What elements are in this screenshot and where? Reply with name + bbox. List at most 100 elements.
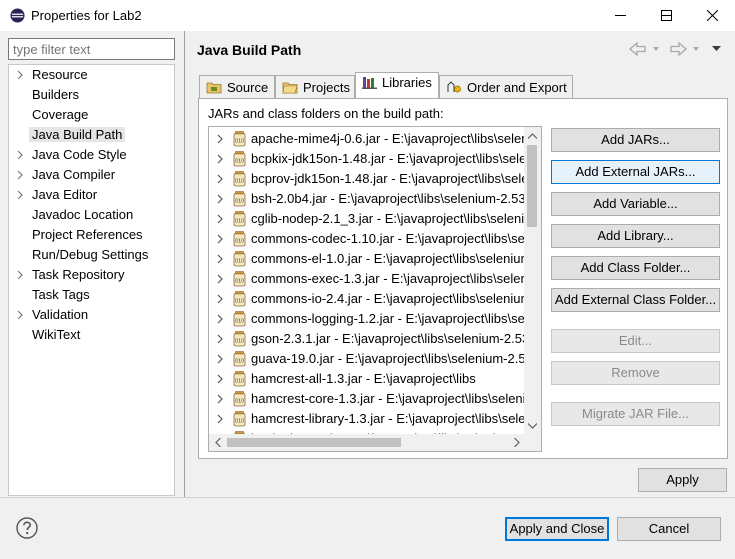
add-variable-button[interactable]: Add Variable... [551, 192, 720, 216]
nav-item-label: WikiText [32, 327, 81, 342]
help-icon[interactable] [16, 517, 38, 539]
vertical-scrollbar[interactable] [524, 127, 541, 434]
jar-entry[interactable]: 010 hamcrest-core-1.3.jar - E:\javaprojec… [209, 389, 541, 409]
jar-entry[interactable]: 010 bcpkix-jdk15on-1.48.jar - E:\javaproj… [209, 149, 541, 169]
expand-chevron-icon[interactable] [216, 154, 224, 164]
nav-item-label: Task Tags [32, 287, 90, 302]
nav-item[interactable]: Coverage [9, 105, 174, 125]
nav-item[interactable]: Validation [9, 305, 174, 325]
tab-libraries[interactable]: Libraries [355, 72, 439, 99]
nav-item[interactable]: Task Repository [9, 265, 174, 285]
jar-label: apache-mime4j-0.6.jar - E:\javaproject\l… [251, 131, 542, 146]
expand-chevron-icon[interactable] [216, 194, 224, 204]
cancel-button[interactable]: Cancel [617, 517, 721, 541]
add-class-folder-button[interactable]: Add Class Folder... [551, 256, 720, 280]
svg-text:010: 010 [235, 179, 244, 185]
jar-entry[interactable]: 010 hamcrest-library-1.3.jar - E:\javapro… [209, 409, 541, 429]
nav-item[interactable]: Java Build Path [9, 125, 174, 145]
scroll-corner [524, 434, 541, 451]
svg-text:010: 010 [235, 379, 244, 385]
expand-chevron-icon[interactable] [216, 334, 224, 344]
nav-item[interactable]: Java Code Style [9, 145, 174, 165]
expand-chevron-icon[interactable] [216, 174, 224, 184]
edit-button[interactable]: Edit... [551, 329, 720, 353]
add-library-button[interactable]: Add Library... [551, 224, 720, 248]
migrate-jar-button[interactable]: Migrate JAR File... [551, 402, 720, 426]
tab-source[interactable]: Source [199, 75, 275, 99]
nav-item[interactable]: WikiText [9, 325, 174, 345]
filter-input[interactable] [8, 38, 175, 60]
close-button[interactable] [689, 0, 735, 31]
jar-icon: 010 [233, 251, 246, 267]
jar-entry[interactable]: 010 bcprov-jdk15on-1.48.jar - E:\javaproj… [209, 169, 541, 189]
expand-chevron-icon[interactable] [216, 254, 224, 264]
jar-entry[interactable]: 010 commons-io-2.4.jar - E:\javaproject\l… [209, 289, 531, 309]
expand-chevron-icon[interactable] [216, 134, 224, 144]
expand-chevron-icon[interactable] [216, 274, 224, 284]
nav-item-label: Java Editor [32, 187, 98, 202]
scroll-up-arrow-icon[interactable] [524, 127, 541, 144]
view-menu-icon[interactable] [712, 46, 721, 51]
expand-chevron-icon[interactable] [216, 234, 224, 244]
nav-item[interactable]: Javadoc Location [9, 205, 174, 225]
nav-item[interactable]: Resource [9, 65, 174, 85]
nav-item[interactable]: Java Compiler [9, 165, 174, 185]
expand-chevron-icon[interactable] [16, 310, 24, 320]
tab-order-export[interactable]: Order and Export [439, 75, 573, 99]
horizontal-scrollbar[interactable] [209, 434, 525, 451]
jar-list[interactable]: 010 apache-mime4j-0.6.jar - E:\javaprojec… [208, 126, 542, 452]
jar-entry[interactable]: 010 commons-el-1.0.jar - E:\javaproject\l… [209, 249, 531, 269]
jar-entry[interactable]: 010 gson-2.3.1.jar - E:\javaproject\libs\… [209, 329, 529, 349]
scroll-down-arrow-icon[interactable] [524, 417, 541, 434]
jar-icon: 010 [233, 311, 246, 327]
pane-divider[interactable] [184, 31, 185, 498]
expand-chevron-icon[interactable] [16, 190, 24, 200]
back-arrow-icon[interactable] [629, 41, 646, 57]
nav-item[interactable]: Project References [9, 225, 174, 245]
expand-chevron-icon[interactable] [16, 150, 24, 160]
nav-item[interactable]: Run/Debug Settings [9, 245, 174, 265]
expand-chevron-icon[interactable] [16, 170, 24, 180]
tab-projects[interactable]: Projects [275, 75, 355, 99]
jar-entry[interactable]: 010 guava-19.0.jar - E:\javaproject\libs\… [209, 349, 533, 369]
apply-button[interactable]: Apply [638, 468, 727, 492]
expand-chevron-icon[interactable] [16, 70, 24, 80]
scroll-right-arrow-icon[interactable] [508, 434, 525, 451]
jar-entry[interactable]: 010 apache-mime4j-0.6.jar - E:\javaprojec… [209, 129, 541, 149]
expand-chevron-icon[interactable] [216, 214, 224, 224]
add-external-jars-button[interactable]: Add External JARs... [551, 160, 720, 184]
expand-chevron-icon[interactable] [16, 270, 24, 280]
back-dropdown-icon[interactable] [653, 47, 659, 51]
history-navigation [629, 41, 721, 57]
expand-chevron-icon[interactable] [216, 314, 224, 324]
jar-entry[interactable]: 010 hamcrest-all-1.3.jar - E:\javaproject… [209, 369, 525, 389]
vertical-scroll-thumb[interactable] [527, 145, 537, 227]
add-jars-button[interactable]: Add JARs... [551, 128, 720, 152]
forward-dropdown-icon[interactable] [693, 47, 699, 51]
libraries-panel: JARs and class folders on the build path… [198, 98, 728, 459]
expand-chevron-icon[interactable] [216, 374, 224, 384]
forward-arrow-icon[interactable] [670, 41, 687, 57]
jar-entry[interactable]: 010 commons-logging-1.2.jar - E:\javaproj… [209, 309, 541, 329]
scroll-left-arrow-icon[interactable] [209, 434, 226, 451]
nav-item[interactable]: Task Tags [9, 285, 174, 305]
expand-chevron-icon[interactable] [216, 394, 224, 404]
expand-chevron-icon[interactable] [216, 354, 224, 364]
maximize-button[interactable] [643, 0, 689, 31]
remove-button[interactable]: Remove [551, 361, 720, 385]
expand-chevron-icon[interactable] [216, 414, 224, 424]
jar-entry[interactable]: 010 cglib-nodep-2.1_3.jar - E:\javaprojec… [209, 209, 541, 229]
eclipse-icon [10, 8, 25, 23]
nav-item-label: Task Repository [32, 267, 125, 282]
jar-entry[interactable]: 010 bsh-2.0b4.jar - E:\javaproject\libs\s… [209, 189, 526, 209]
horizontal-scroll-thumb[interactable] [227, 438, 401, 447]
jar-entry[interactable]: 010 commons-codec-1.10.jar - E:\javaproje… [209, 229, 541, 249]
expand-chevron-icon[interactable] [216, 294, 224, 304]
jar-label: hamcrest-library-1.3.jar - E:\javaprojec… [251, 411, 542, 426]
jar-entry[interactable]: 010 commons-exec-1.3.jar - E:\javaproject… [209, 269, 541, 289]
nav-item[interactable]: Builders [9, 85, 174, 105]
minimize-button-2[interactable] [597, 0, 643, 31]
apply-and-close-button[interactable]: Apply and Close [505, 517, 609, 541]
add-external-class-folder-button[interactable]: Add External Class Folder... [551, 288, 720, 312]
nav-item[interactable]: Java Editor [9, 185, 174, 205]
